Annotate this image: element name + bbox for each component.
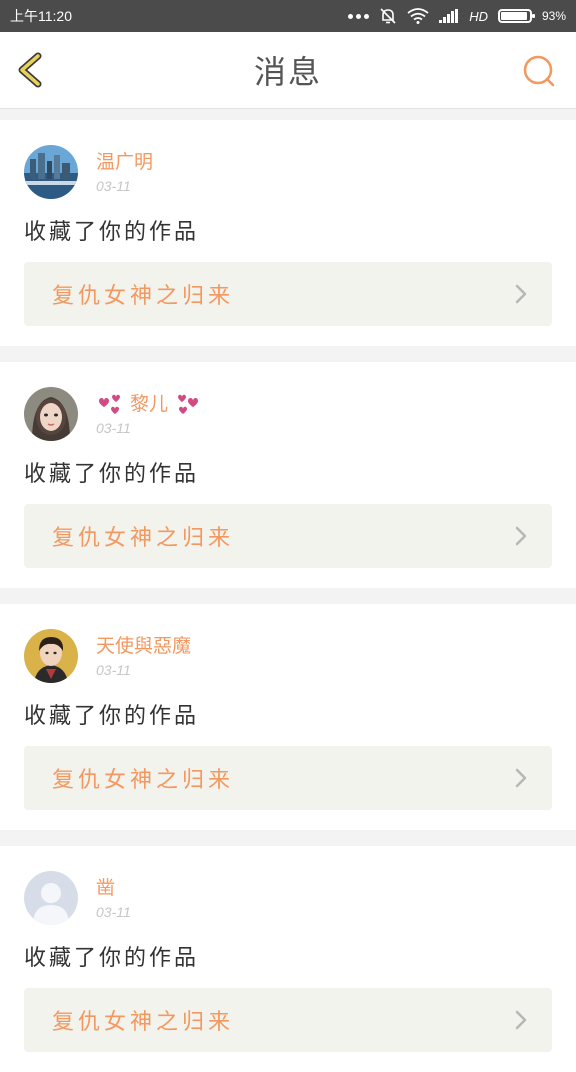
- user-meta: 温广明 03-11: [96, 150, 153, 194]
- back-button[interactable]: [14, 52, 50, 88]
- user-row: 凿 03-11: [24, 870, 552, 926]
- work-title: 复仇女神之归来: [52, 768, 235, 793]
- action-text: 收藏了你的作品: [24, 704, 200, 729]
- silent-bell-icon: [380, 8, 396, 24]
- more-dots-icon: [348, 13, 370, 19]
- action-text: 收藏了你的作品: [24, 462, 200, 487]
- search-button[interactable]: [522, 54, 556, 88]
- avatar-image: [24, 629, 78, 683]
- avatar[interactable]: [24, 387, 78, 441]
- message-date: 03-11: [96, 420, 131, 436]
- work-title: 复仇女神之归来: [52, 526, 235, 551]
- avatar[interactable]: [24, 145, 78, 199]
- work-title: 复仇女神之归来: [52, 284, 235, 309]
- username-with-hearts[interactable]: 黎儿: [96, 392, 202, 416]
- user-row: 温广明 03-11: [24, 144, 552, 200]
- username[interactable]: 天使與惡魔: [96, 634, 191, 658]
- chevron-right-icon: [515, 526, 527, 546]
- user-row: 天使與惡魔 03-11: [24, 628, 552, 684]
- message-date: 03-11: [96, 662, 131, 678]
- action-text: 收藏了你的作品: [24, 946, 200, 971]
- work-link[interactable]: 复仇女神之归来: [24, 504, 552, 568]
- message-card: 黎儿 03-11 收藏了你的作品 复仇女神之归来: [0, 362, 576, 588]
- work-link[interactable]: 复仇女神之归来: [24, 262, 552, 326]
- network-type: HD: [469, 8, 488, 24]
- page-title: 消息: [253, 53, 322, 91]
- username[interactable]: 温广明: [96, 150, 153, 174]
- avatar[interactable]: [24, 629, 78, 683]
- user-row: 黎儿 03-11: [24, 386, 552, 442]
- status-icons: HD 93%: [348, 7, 566, 25]
- chevron-right-icon: [515, 1010, 527, 1030]
- user-meta: 黎儿 03-11: [96, 392, 202, 436]
- message-card: 温广明 03-11 收藏了你的作品 复仇女神之归来: [0, 120, 576, 346]
- message-card: 天使與惡魔 03-11 收藏了你的作品 复仇女神之归来: [0, 604, 576, 830]
- work-link[interactable]: 复仇女神之归来: [24, 746, 552, 810]
- action-text: 收藏了你的作品: [24, 220, 200, 245]
- message-list: 温广明 03-11 收藏了你的作品 复仇女神之归来 黎儿 03-11 收藏了你的…: [0, 108, 576, 1072]
- wifi-icon: [407, 8, 429, 24]
- message-card: 凿 03-11 收藏了你的作品 复仇女神之归来: [0, 846, 576, 1072]
- hearts-icon: [178, 394, 199, 414]
- message-date: 03-11: [96, 178, 131, 194]
- message-date: 03-11: [96, 904, 131, 920]
- status-bar: 上午11:20 HD 93%: [0, 0, 576, 32]
- battery-icon: [497, 9, 535, 23]
- username[interactable]: 凿: [96, 876, 131, 900]
- chevron-right-icon: [515, 284, 527, 304]
- user-meta: 凿 03-11: [96, 876, 131, 920]
- default-avatar-icon: [24, 871, 78, 925]
- user-meta: 天使與惡魔 03-11: [96, 634, 191, 678]
- battery-percent: 93%: [541, 9, 566, 23]
- status-time: 上午11:20: [10, 8, 72, 24]
- avatar-image: [24, 387, 78, 441]
- avatar[interactable]: [24, 871, 78, 925]
- chevron-right-icon: [515, 768, 527, 788]
- signal-icon: [439, 9, 459, 23]
- username: 黎儿: [130, 393, 169, 415]
- avatar-image: [24, 145, 78, 199]
- work-title: 复仇女神之归来: [52, 1010, 235, 1035]
- title-bar: 消息: [0, 32, 576, 109]
- work-link[interactable]: 复仇女神之归来: [24, 988, 552, 1052]
- hearts-icon: [99, 394, 120, 414]
